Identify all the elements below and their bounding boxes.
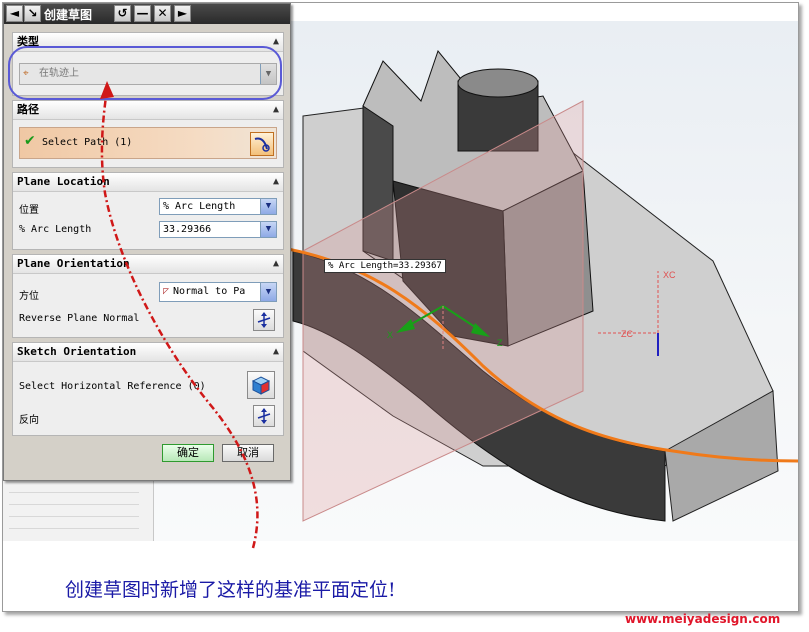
path-section: 路径 ▲ ✔ Select Path (1) [12, 100, 284, 168]
sketch-orientation-header[interactable]: Sketch Orientation ▲ [13, 343, 283, 362]
axis-label-zc: ZC [621, 329, 633, 339]
type-section-title: 类型 [17, 35, 39, 48]
reverse-direction-icon[interactable] [253, 309, 275, 331]
cancel-button[interactable]: 取消 [222, 444, 274, 462]
screenshot-frame: XC ZC X Z % Arc Length=33.29367 ◄ ↘ 创建草图… [2, 2, 799, 612]
collapse-icon[interactable]: ▲ [273, 101, 279, 119]
chevron-down-icon[interactable]: ▼ [260, 283, 276, 301]
select-path-label: Select Path (1) [42, 137, 133, 148]
watermark: www.meiyadesign.com [625, 612, 781, 626]
chevron-down-icon[interactable]: ▼ [260, 222, 276, 237]
arc-length-value: 33.29366 [163, 224, 212, 235]
create-sketch-dialog: ◄ ↘ 创建草图 ↺ — ✕ ► 类型 ▲ ⌖ 在轨迹上 ▼ 路径 ▲ ✔ Se… [3, 3, 291, 481]
titlebar-close-icon[interactable]: ✕ [154, 5, 171, 22]
annotation-caption: 创建草图时新增了这样的基准平面定位! [65, 579, 396, 601]
plane-orientation-header[interactable]: Plane Orientation ▲ [13, 255, 283, 274]
titlebar-reset-icon[interactable]: ↺ [114, 5, 131, 22]
dialog-title: 创建草图 [44, 8, 93, 22]
titlebar-back-icon[interactable]: ◄ [6, 5, 23, 22]
collapse-icon[interactable]: ▲ [273, 255, 279, 273]
curve-select-icon[interactable] [250, 132, 274, 156]
path-section-title: 路径 [17, 103, 39, 116]
titlebar-shrink-icon[interactable]: ↘ [24, 5, 41, 22]
sketch-orientation-title: Sketch Orientation [17, 345, 137, 358]
axis-label-xc: XC [663, 270, 676, 280]
arc-length-input[interactable]: 33.29366 ▼ [159, 221, 277, 238]
position-dropdown[interactable]: % Arc Length ▼ [159, 198, 277, 215]
titlebar-minimize-icon[interactable]: — [134, 5, 151, 22]
collapse-icon[interactable]: ▲ [273, 173, 279, 191]
plane-on-path-icon: ⌖ [23, 68, 29, 79]
position-label: 位置 [19, 205, 39, 216]
arc-length-tooltip: % Arc Length=33.29367 [324, 259, 446, 273]
plane-orientation-title: Plane Orientation [17, 257, 130, 270]
orientation-dropdown-value: Normal to Pa [173, 286, 246, 297]
plane-location-section: Plane Location ▲ 位置 % Arc Length ▼ % Arc… [12, 172, 284, 250]
plane-location-header[interactable]: Plane Location ▲ [13, 173, 283, 192]
arc-length-label: % Arc Length [19, 224, 92, 235]
resource-list-strip [3, 481, 154, 541]
ok-button[interactable]: 确定 [162, 444, 214, 462]
collapse-icon[interactable]: ▲ [273, 33, 279, 51]
chevron-down-icon[interactable]: ▼ [260, 64, 276, 84]
reverse-direction-icon[interactable] [253, 405, 275, 427]
axis-label-z: Z [497, 338, 503, 348]
titlebar-forward-icon[interactable]: ► [174, 5, 191, 22]
plane-location-title: Plane Location [17, 175, 110, 188]
type-section: 类型 ▲ ⌖ 在轨迹上 ▼ [12, 32, 284, 96]
dialog-titlebar[interactable]: ◄ ↘ 创建草图 ↺ — ✕ ► [4, 4, 290, 24]
horizontal-reference-label: Select Horizontal Reference (0) [19, 381, 206, 392]
cylinder-top [457, 68, 539, 98]
chevron-down-icon[interactable]: ▼ [260, 199, 276, 214]
type-section-header[interactable]: 类型 ▲ [13, 33, 283, 52]
cube-select-icon[interactable] [247, 371, 275, 399]
checkmark-icon: ✔ [24, 133, 36, 149]
reverse-sketch-label: 反向 [19, 415, 39, 426]
type-dropdown-value: 在轨迹上 [39, 68, 79, 79]
type-dropdown[interactable]: ⌖ 在轨迹上 ▼ [19, 63, 277, 85]
select-path-row[interactable]: ✔ Select Path (1) [19, 127, 277, 159]
orientation-label: 方位 [19, 291, 39, 302]
reverse-plane-normal-label: Reverse Plane Normal [19, 313, 140, 324]
axis-label-x: X [387, 330, 393, 340]
path-section-header[interactable]: 路径 ▲ [13, 101, 283, 120]
collapse-icon[interactable]: ▲ [273, 343, 279, 361]
sketch-orientation-section: Sketch Orientation ▲ Select Horizontal R… [12, 342, 284, 436]
plane-orientation-section: Plane Orientation ▲ 方位 ◸ Normal to Pa ▼ R… [12, 254, 284, 338]
position-dropdown-value: % Arc Length [163, 201, 236, 212]
orientation-dropdown[interactable]: ◸ Normal to Pa ▼ [159, 282, 277, 302]
normal-plane-icon: ◸ [163, 286, 170, 297]
